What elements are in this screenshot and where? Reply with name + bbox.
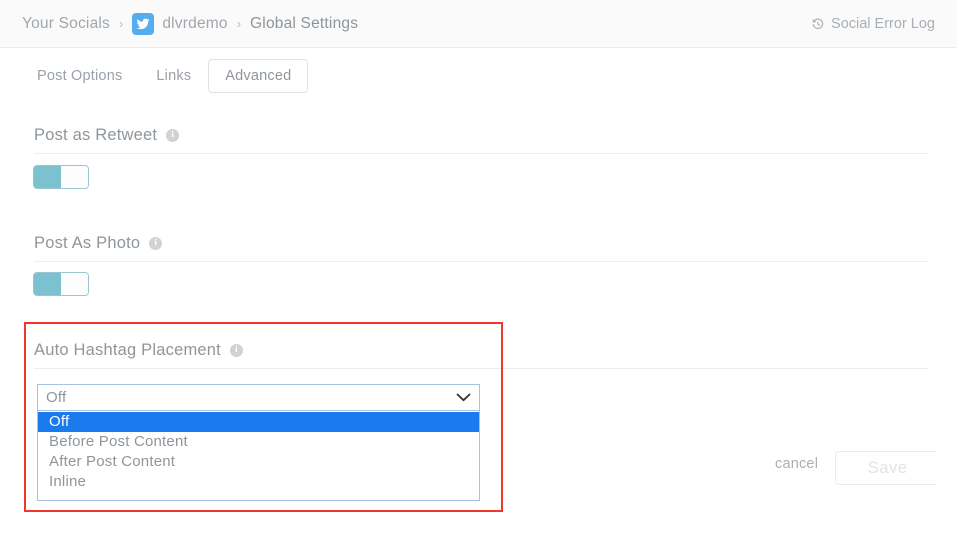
info-icon-auto-hashtag-placement[interactable]: i: [229, 344, 243, 357]
post-as-photo-label: Post As Photo: [34, 234, 141, 252]
save-button[interactable]: Save: [835, 451, 940, 485]
post-as-retweet-label: Post as Retweet: [34, 126, 158, 144]
social-error-log-link[interactable]: Social Error Log: [811, 16, 935, 32]
toggle-knob: [61, 273, 88, 295]
post-as-retweet-toggle[interactable]: [33, 165, 89, 189]
divider-hashtag: [34, 368, 928, 369]
divider-retweet: [34, 153, 928, 154]
select-option-before-post-content[interactable]: Before Post Content: [38, 432, 479, 452]
toggle-knob: [61, 166, 88, 188]
breadcrumb-separator: ›: [119, 16, 124, 31]
auto-hashtag-placement-options[interactable]: Off Before Post Content After Post Conte…: [37, 411, 480, 501]
auto-hashtag-placement-label: Auto Hashtag Placement: [34, 341, 221, 359]
auto-hashtag-placement-select[interactable]: Off: [37, 384, 480, 411]
twitter-icon: [132, 12, 155, 35]
select-option-inline[interactable]: Inline: [38, 472, 479, 492]
tab-links[interactable]: Links: [139, 59, 208, 93]
select-option-after-post-content[interactable]: After Post Content: [38, 452, 479, 472]
select-selected-value: Off: [46, 389, 67, 406]
info-icon-post-as-photo[interactable]: i: [149, 237, 163, 250]
breadcrumb-item-global-settings[interactable]: Global Settings: [250, 15, 358, 33]
tab-bar: Post Options Links Advanced: [0, 48, 957, 103]
select-option-off[interactable]: Off: [38, 412, 479, 432]
breadcrumb-separator-2: ›: [236, 16, 242, 31]
breadcrumb: Your Socials › dlvrdemo › Global Setting…: [22, 12, 358, 35]
tab-post-options[interactable]: Post Options: [20, 59, 139, 93]
breadcrumb-bar: Your Socials › dlvrdemo › Global Setting…: [0, 0, 957, 48]
toggle-fill: [34, 166, 61, 188]
breadcrumb-item-your-socials[interactable]: Your Socials: [22, 15, 110, 33]
tab-advanced[interactable]: Advanced: [208, 58, 309, 93]
info-icon-post-as-retweet[interactable]: i: [166, 129, 180, 142]
chevron-down-icon: [456, 393, 471, 402]
post-as-photo-label-row: Post As Photo i: [34, 234, 163, 253]
post-as-photo-toggle[interactable]: [33, 272, 89, 296]
page-gutter: [936, 48, 957, 560]
cancel-button[interactable]: cancel: [775, 456, 818, 472]
history-icon: [811, 17, 825, 31]
toggle-fill: [34, 273, 61, 295]
breadcrumb-item-dlvrdemo[interactable]: dlvrdemo: [162, 15, 227, 33]
divider-photo: [34, 261, 928, 262]
post-as-retweet-label-row: Post as Retweet i: [34, 126, 180, 145]
auto-hashtag-placement-label-row: Auto Hashtag Placement i: [34, 341, 243, 360]
social-error-log-label: Social Error Log: [831, 15, 935, 32]
